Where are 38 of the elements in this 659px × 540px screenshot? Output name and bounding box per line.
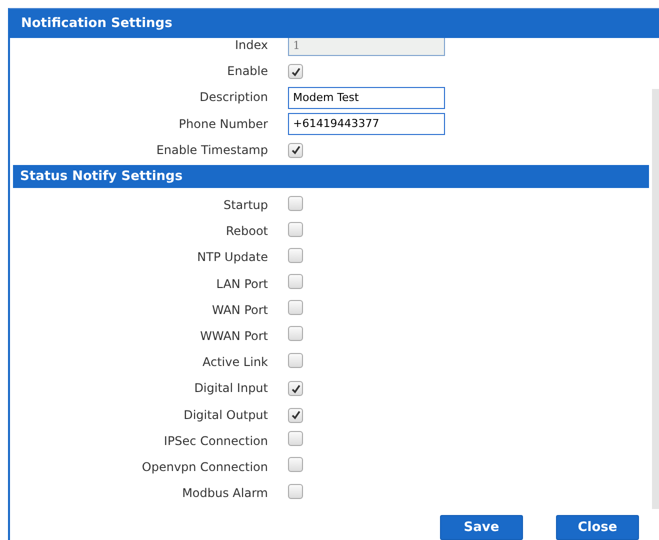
checkbox-label: Startup <box>222 198 268 212</box>
checkbox[interactable] <box>288 381 303 396</box>
checkbox[interactable] <box>288 300 303 316</box>
input-field[interactable]: +61419443377 <box>288 112 445 135</box>
save-button[interactable]: Save <box>440 515 523 540</box>
checkbox-label: Digital Output <box>182 408 268 422</box>
checkbox[interactable] <box>288 408 303 423</box>
checkbox[interactable] <box>288 352 303 368</box>
checkbox[interactable] <box>288 326 303 342</box>
input-field[interactable]: Modem Test <box>288 86 445 109</box>
field-label: Phone Number <box>178 116 268 131</box>
scrollbar[interactable] <box>652 89 659 509</box>
checkbox[interactable] <box>288 196 303 211</box>
checkbox-label: Openvpn Connection <box>140 460 268 474</box>
checkbox-label: NTP Update <box>196 250 268 264</box>
checkbox-label: WWAN Port <box>199 328 268 343</box>
checkbox-label: Active Link <box>201 355 268 370</box>
checkbox-label: Reboot <box>224 224 268 238</box>
checkbox[interactable] <box>288 142 303 158</box>
section-header: Status Notify Settings <box>13 164 649 188</box>
field-label: Index <box>234 38 268 52</box>
field-label: Enable Timestamp <box>155 142 268 157</box>
field-label: Description <box>198 90 268 104</box>
checkbox-label: WAN Port <box>211 302 268 317</box>
checkbox-label: IPSec Connection <box>162 434 268 448</box>
checkbox-label: Digital Input <box>193 381 268 396</box>
checkbox[interactable] <box>288 248 303 263</box>
dialog-title: Notification Settings <box>10 9 659 38</box>
checkbox[interactable] <box>288 431 303 446</box>
checkbox[interactable] <box>288 484 303 499</box>
checkbox[interactable] <box>288 222 303 237</box>
checkbox[interactable] <box>288 457 303 472</box>
checkbox-label: LAN Port <box>215 276 268 291</box>
close-button[interactable]: Close <box>556 515 639 540</box>
checkbox-label: Modbus Alarm <box>181 486 268 500</box>
checkbox[interactable] <box>288 274 303 290</box>
field-label: Enable <box>226 64 268 78</box>
checkbox[interactable] <box>288 64 303 80</box>
